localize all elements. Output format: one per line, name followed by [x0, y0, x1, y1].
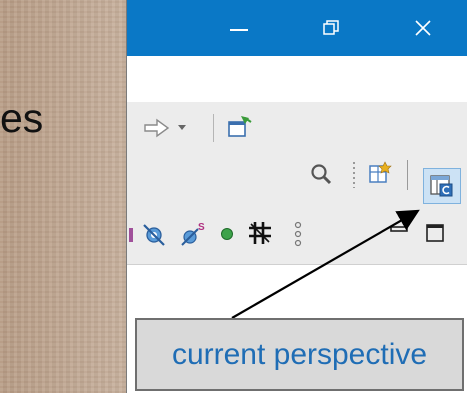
- callout-box: current perspective: [135, 318, 464, 391]
- callout-label: current perspective: [171, 337, 428, 371]
